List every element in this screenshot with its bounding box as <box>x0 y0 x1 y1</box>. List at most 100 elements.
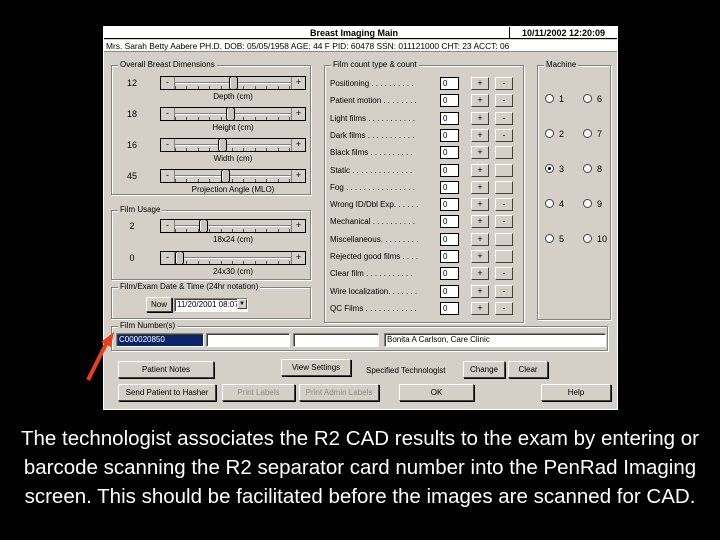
machine-radio[interactable]: 7 <box>583 128 617 140</box>
help-button[interactable]: Help <box>541 384 611 401</box>
slider-control[interactable]: - + <box>160 169 306 183</box>
plus-icon[interactable]: + <box>471 146 489 160</box>
slider-thumb[interactable] <box>226 107 235 121</box>
film-count-input[interactable]: 0 <box>440 215 459 229</box>
film-count-input[interactable]: 0 <box>440 301 459 315</box>
minus-icon[interactable] <box>495 163 513 177</box>
chevron-down-icon[interactable]: ▼ <box>237 299 247 309</box>
machine-radio-label: 10 <box>597 234 608 244</box>
increment-icon[interactable]: + <box>291 77 305 89</box>
film-count-input[interactable]: 0 <box>440 111 459 125</box>
film-count-input[interactable]: 0 <box>440 77 459 90</box>
plus-icon[interactable]: + <box>471 163 489 177</box>
machine-radio[interactable]: 10 <box>583 233 617 245</box>
film-number-field-2[interactable] <box>206 333 290 347</box>
increment-icon[interactable]: + <box>291 170 305 182</box>
machine-radio[interactable]: 6 <box>583 93 617 105</box>
decrement-icon[interactable]: - <box>161 220 175 232</box>
slider-control[interactable]: - + <box>160 76 306 90</box>
patient-notes-button[interactable]: Patient Notes <box>118 361 214 378</box>
slider-thumb[interactable] <box>175 251 184 265</box>
minus-icon[interactable] <box>495 146 513 160</box>
plus-icon[interactable]: + <box>471 215 489 229</box>
now-button[interactable]: Now <box>146 297 172 312</box>
decrement-icon[interactable]: - <box>161 170 175 182</box>
slider-control[interactable]: - + <box>160 138 306 152</box>
minus-icon[interactable]: - <box>495 301 513 315</box>
decrement-icon[interactable]: - <box>161 77 175 89</box>
minus-icon[interactable]: - <box>495 128 513 142</box>
film-count-input[interactable]: 0 <box>440 284 459 298</box>
minus-icon[interactable]: - <box>495 215 513 229</box>
slider-control[interactable]: - + <box>160 251 306 265</box>
minus-icon[interactable] <box>495 180 513 194</box>
slider-control[interactable]: - + <box>160 219 306 233</box>
film-count-input[interactable]: 0 <box>440 128 459 142</box>
minus-icon[interactable]: - <box>495 77 513 90</box>
film-count-input[interactable]: 0 <box>440 267 459 281</box>
radio-dot-icon[interactable] <box>583 164 592 173</box>
decrement-icon[interactable]: - <box>161 252 175 264</box>
radio-dot-icon[interactable] <box>545 94 554 103</box>
plus-icon[interactable]: + <box>471 94 489 108</box>
radio-dot-icon[interactable] <box>583 234 592 243</box>
print-labels-button[interactable]: Print Labels <box>222 384 295 401</box>
plus-icon[interactable]: + <box>471 111 489 125</box>
plus-icon[interactable]: + <box>471 77 489 90</box>
minus-icon[interactable]: - <box>495 198 513 212</box>
send-to-hasher-button[interactable]: Send Patient to Hasher <box>118 384 216 401</box>
minus-icon[interactable]: - <box>495 267 513 281</box>
film-number-field-1[interactable]: C000020850 <box>116 333 204 347</box>
plus-icon[interactable]: + <box>471 284 489 298</box>
radio-dot-icon[interactable] <box>583 199 592 208</box>
film-count-input[interactable]: 0 <box>440 250 459 263</box>
film-count-input[interactable]: 0 <box>440 146 459 160</box>
title-bar: Breast Imaging Main 10/11/2002 12:20:09 <box>104 27 617 39</box>
plus-icon[interactable]: + <box>471 301 489 315</box>
radio-dot-icon[interactable] <box>583 129 592 138</box>
slider-thumb[interactable] <box>199 219 208 233</box>
view-settings-button[interactable]: View Settings <box>281 359 351 376</box>
print-admin-labels-button[interactable]: Print Admin Labels <box>299 384 379 401</box>
radio-dot-icon[interactable] <box>545 234 554 243</box>
plus-icon[interactable]: + <box>471 128 489 142</box>
film-count-input[interactable]: 0 <box>440 163 459 177</box>
film-count-input[interactable]: 0 <box>440 232 459 246</box>
increment-icon[interactable]: + <box>291 220 305 232</box>
radio-dot-icon[interactable] <box>545 129 554 138</box>
clear-button[interactable]: Clear <box>508 361 548 378</box>
ok-button[interactable]: OK <box>399 384 474 401</box>
radio-dot-icon[interactable] <box>545 164 554 173</box>
plus-icon[interactable]: + <box>471 232 489 246</box>
film-number-field-3[interactable] <box>293 333 379 347</box>
increment-icon[interactable]: + <box>291 252 305 264</box>
minus-icon[interactable]: - <box>495 94 513 108</box>
decrement-icon[interactable]: - <box>161 108 175 120</box>
slider-thumb[interactable] <box>221 169 230 183</box>
decrement-icon[interactable]: - <box>161 139 175 151</box>
plus-icon[interactable]: + <box>471 180 489 194</box>
slider-thumb[interactable] <box>218 138 227 152</box>
film-count-input[interactable]: 0 <box>440 180 459 194</box>
minus-icon[interactable]: - <box>495 111 513 125</box>
plus-icon[interactable]: + <box>471 250 489 263</box>
plus-icon[interactable]: + <box>471 198 489 212</box>
increment-icon[interactable]: + <box>291 139 305 151</box>
plus-icon[interactable]: + <box>471 267 489 281</box>
radio-dot-icon[interactable] <box>545 199 554 208</box>
minus-icon[interactable] <box>495 250 513 263</box>
change-button[interactable]: Change <box>463 361 505 378</box>
radio-dot-icon[interactable] <box>583 94 592 103</box>
machine-radio[interactable]: 8 <box>583 163 617 175</box>
slider-control[interactable]: - + <box>160 107 306 121</box>
slider-tick <box>266 179 267 182</box>
film-count-input[interactable]: 0 <box>440 198 459 212</box>
minus-icon[interactable] <box>495 232 513 246</box>
increment-icon[interactable]: + <box>291 108 305 120</box>
slider-tick <box>186 229 187 232</box>
film-count-input[interactable]: 0 <box>440 94 459 108</box>
slider-thumb[interactable] <box>229 76 238 90</box>
machine-radio[interactable]: 9 <box>583 198 617 210</box>
slider-track <box>175 144 291 146</box>
minus-icon[interactable]: - <box>495 284 513 298</box>
